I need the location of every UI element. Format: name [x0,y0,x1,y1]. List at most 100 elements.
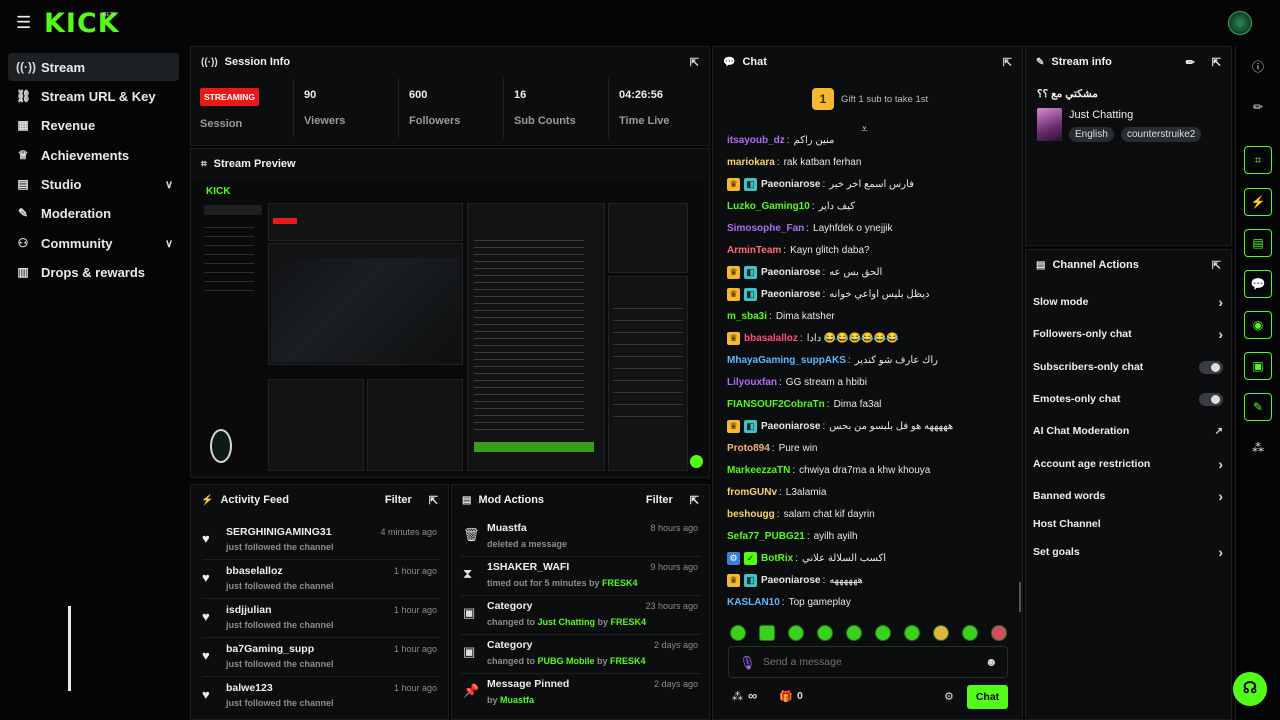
action-slow-mode[interactable]: Slow mode › [1033,292,1223,312]
send-chat-button[interactable]: Chat [967,685,1008,709]
menu-icon[interactable]: ☰ [16,13,31,33]
chat-message[interactable]: KASLAN10: Top gameplay [727,593,1012,611]
chat-message[interactable]: ♛ ◧ Paeoniarose: الحق بس عه [727,263,1012,281]
info-icon[interactable]: ⓘ [1244,52,1272,80]
popout-icon[interactable]: ⇱ [1212,259,1221,272]
moderator-link[interactable]: FRESK4 [602,578,638,588]
popout-icon[interactable]: ⇱ [690,494,699,507]
list-item[interactable]: ♥ balwe123 just followed the channel 1 h… [202,677,440,716]
chat-message[interactable]: mariokara: rak katban ferhan [727,153,1012,171]
chat-username[interactable]: ArminTeam [727,245,781,256]
tag-chip[interactable]: English [1069,127,1114,142]
emoji-icon[interactable]: ☻ [985,655,998,669]
chat-message[interactable]: ♛ ◧ Paeoniarose: ههههههه [727,571,1012,589]
list-item[interactable]: 📌 Message Pinned by Muastfa 2 days ago [461,674,701,713]
action-ai-moderation[interactable]: AI Chat Moderation ↗ [1033,421,1223,441]
wrench-icon[interactable]: ✎ [1244,393,1272,421]
chat-message[interactable]: ♛ ◧ Paeoniarose: فارس اسمع اخر خبر [727,175,1012,193]
list-item[interactable]: ▣ Category changed to PUBG Mobile by FRE… [461,635,701,674]
emote[interactable] [933,625,949,641]
moderator-link[interactable]: FRESK4 [611,617,647,627]
edit-icon[interactable]: ✏ [1244,93,1272,121]
chat-message[interactable]: ArminTeam: Kayn glitch daba? [727,241,1012,259]
filter-button[interactable]: Filter [385,494,412,506]
chat-username[interactable]: Paeoniarose [761,267,820,278]
tag-chip[interactable]: counterstruike2 [1121,127,1202,142]
sidebar-item-drops[interactable]: ▥ Drops & rewards [8,258,179,286]
emote[interactable] [846,625,862,641]
stream-preview-video[interactable]: KICK [192,181,709,475]
chat-username[interactable]: FIANSOUF2CobraTn [727,399,825,410]
action-account-age[interactable]: Account age restriction › [1033,454,1223,474]
chat-username[interactable]: Sefa77_PUBG21 [727,531,805,542]
popout-icon[interactable]: ⇱ [429,494,438,507]
microphone-icon[interactable]: 🎙 [739,655,756,671]
sidebar-item-community[interactable]: ⚇ Community ∨ [8,229,179,257]
chat-username[interactable]: fromGUNv [727,487,777,498]
gift-icon[interactable]: 🎁 [779,690,793,703]
community-icon[interactable]: ⁂ [1244,434,1272,462]
chat-bubble-icon[interactable]: 💬 [1244,270,1272,298]
emote[interactable] [788,625,804,641]
list-item[interactable]: 🗑 Muastfa deleted a message 8 hours ago [461,518,701,557]
broadcast-icon[interactable]: ◉ [1244,311,1272,339]
emote[interactable] [991,625,1007,641]
filter-button[interactable]: Filter [646,494,673,506]
popout-icon[interactable]: ⇱ [1003,56,1012,69]
scrollbar[interactable] [68,606,71,691]
chat-message[interactable]: fromGUNv: L3alamia [727,483,1012,501]
gift-prompt[interactable]: Gift 1 sub to take 1st [841,94,928,105]
moderator-link[interactable]: Muastfa [500,695,534,705]
action-host-channel[interactable]: Host Channel [1033,514,1223,534]
emote[interactable] [730,625,746,641]
chat-username[interactable]: mariokara [727,157,775,168]
chat-username[interactable]: BotRix [761,553,793,564]
category-link[interactable]: Just Chatting [538,617,596,627]
chat-message[interactable]: Luzko_Gaming10: كيف داير [727,197,1012,215]
sidebar-item-revenue[interactable]: ▦ Revenue [8,111,179,139]
moderator-link[interactable]: FRESK4 [610,656,646,666]
chat-username[interactable]: Paeoniarose [761,575,820,586]
popout-icon[interactable]: ⇱ [690,56,699,69]
list-item[interactable]: ♥ isdjjulian just followed the channel 1… [202,599,440,638]
emote[interactable] [759,625,775,641]
sidebar-item-stream[interactable]: ((·)) Stream [8,53,179,81]
chat-username[interactable]: Paeoniarose [761,179,820,190]
chat-scrollbar[interactable] [1019,582,1021,612]
points-icon[interactable]: ⁂ [732,690,743,703]
user-avatar[interactable] [1228,11,1252,35]
chat-message[interactable]: itsayoub_dz: منين راكم [727,131,1012,149]
action-subscribers-only[interactable]: Subscribers-only chat [1033,357,1223,377]
gift-leader-badge[interactable]: 1 [812,88,834,110]
chat-message[interactable]: beshougg: salam chat kif dayrin [727,505,1012,523]
list-item[interactable]: ♥ SERGHINIGAMING31 just followed the cha… [202,521,440,560]
chat-username[interactable]: itsayoub_dz [727,135,785,146]
chat-message[interactable]: ♛ bbasalalloz: دادا 😂😂😂😂😂😂 [727,329,1012,347]
emote[interactable] [904,625,920,641]
chat-username[interactable]: MhayaGaming_suppAKS [727,355,846,366]
chat-username[interactable]: m_sba3i [727,311,767,322]
list-item[interactable]: ⧗ 1SHAKER_WAFI timed out for 5 minutes b… [461,557,701,596]
support-chat-icon[interactable]: ☊ [1233,672,1267,706]
chat-username[interactable]: Proto894 [727,443,770,454]
chat-username[interactable]: Simosophe_Fan [727,223,804,234]
list-item[interactable]: ▣ Category changed to Just Chatting by F… [461,596,701,635]
chat-message[interactable]: ⚙ ✓ BotRix: اكسب السلالة علاني [727,549,1012,567]
emote[interactable] [875,625,891,641]
action-followers-only[interactable]: Followers-only chat › [1033,324,1223,344]
popout-icon[interactable]: ⇱ [1212,56,1221,69]
chat-input-box[interactable]: 🎙 ☻ [728,646,1008,678]
chat-username[interactable]: MarkeezzaTN [727,465,790,476]
sidebar-item-stream-url[interactable]: ⛓ Stream URL & Key [8,82,179,110]
scan-icon[interactable]: ⌗ [1244,146,1272,174]
chat-username[interactable]: Luzko_Gaming10 [727,201,810,212]
emote[interactable] [817,625,833,641]
category-name[interactable]: Just Chatting [1069,109,1133,121]
chat-message[interactable]: FIANSOUF2CobraTn: Dima fa3al [727,395,1012,413]
chat-username[interactable]: Lilyouxfan [727,377,777,388]
chat-username[interactable]: bbasalalloz [744,333,798,344]
chat-message[interactable]: ♛ ◧ Paeoniarose: هههههه هو فل بلبسو من بحس [727,417,1012,435]
settings-icon[interactable]: ⚙ [944,690,954,703]
chat-message[interactable]: MhayaGaming_suppAKS: راك عارف شو كندير [727,351,1012,369]
bolt-icon[interactable]: ⚡ [1244,188,1272,216]
